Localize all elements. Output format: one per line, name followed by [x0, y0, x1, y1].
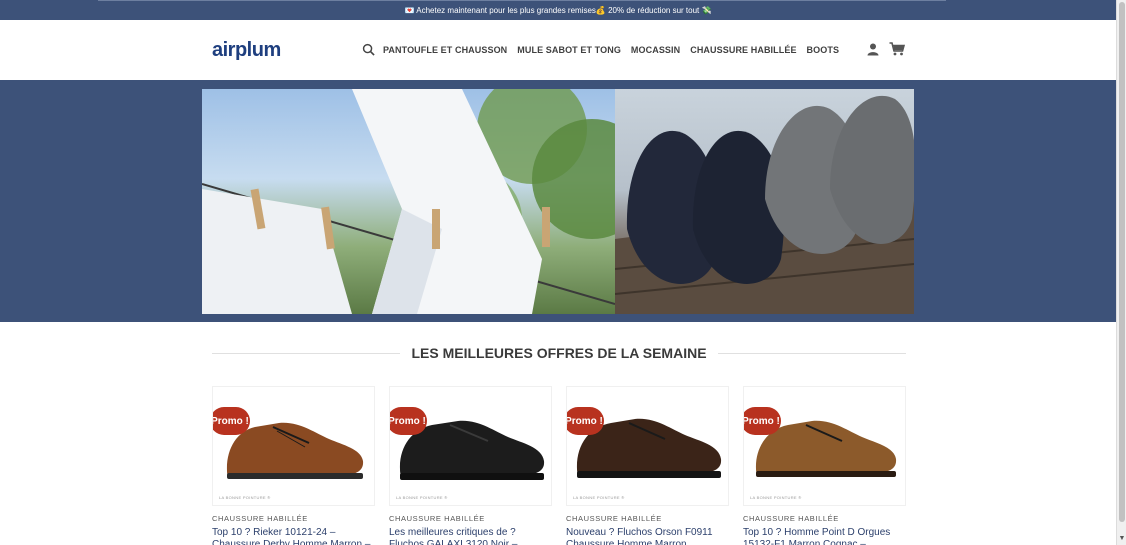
site-header: airplum Pantoufle et Chausson Mule Sabot… [0, 20, 1116, 80]
heading-divider-left [212, 352, 401, 354]
product-title[interactable]: Top 10 ? Homme Point D Orgues 15132-F1 M… [743, 527, 906, 545]
product-card[interactable]: Promo ! LA BONNE POINTURE ® CHAUSSURE HA… [389, 386, 552, 545]
heading-divider-right [717, 352, 906, 354]
product-card[interactable]: Promo ! LA BONNE POINTURE ® CHAUSSURE HA… [566, 386, 729, 545]
site-logo[interactable]: airplum [212, 39, 281, 62]
user-icon[interactable] [866, 42, 880, 61]
promo-badge: Promo ! [744, 407, 781, 435]
header-icons [866, 42, 906, 61]
product-image[interactable]: Promo ! LA BONNE POINTURE ® [743, 386, 906, 506]
nav-item-mocassin[interactable]: Mocassin [631, 45, 680, 55]
scrollbar-thumb[interactable] [1119, 2, 1125, 522]
nav-item-boots[interactable]: Boots [807, 45, 840, 55]
product-image[interactable]: Promo ! LA BONNE POINTURE ® [212, 386, 375, 506]
product-card[interactable]: Promo ! LA BONNE POINTURE ® CHAUSSURE HA… [212, 386, 375, 545]
product-image[interactable]: Promo ! LA BONNE POINTURE ® [566, 386, 729, 506]
image-watermark: LA BONNE POINTURE ® [396, 495, 448, 500]
promo-topbar: 💌 Achetez maintenant pour les plus grand… [0, 0, 1116, 20]
main-nav: Pantoufle et Chausson Mule Sabot et Tong… [362, 43, 849, 57]
product-category[interactable]: CHAUSSURE HABILLÉE [212, 514, 375, 523]
promo-badge: Promo ! [390, 407, 427, 435]
product-title[interactable]: Les meilleures critiques de ? Fluchos GA… [389, 527, 552, 545]
cart-icon[interactable] [889, 42, 906, 61]
promo-badge: Promo ! [567, 407, 604, 435]
promo-badge: Promo ! [213, 407, 250, 435]
hero-image-slippers [615, 89, 914, 314]
page: 💌 Achetez maintenant pour les plus grand… [0, 0, 1116, 545]
image-watermark: LA BONNE POINTURE ® [573, 495, 625, 500]
section-heading: LES MEILLEURES OFFRES DE LA SEMAINE [212, 340, 906, 366]
product-card[interactable]: Promo ! LA BONNE POINTURE ® CHAUSSURE HA… [743, 386, 906, 545]
topbar-divider [98, 0, 946, 1]
product-category[interactable]: CHAUSSURE HABILLÉE [743, 514, 906, 523]
product-image[interactable]: Promo ! LA BONNE POINTURE ® [389, 386, 552, 506]
page-scrollbar[interactable]: ▼ [1116, 0, 1126, 545]
nav-item-mule[interactable]: Mule Sabot et Tong [517, 45, 621, 55]
promo-text: 💌 Achetez maintenant pour les plus grand… [404, 5, 712, 15]
image-watermark: LA BONNE POINTURE ® [219, 495, 271, 500]
nav-item-chaussure-habillee[interactable]: Chaussure Habillée [690, 45, 796, 55]
hero-banner[interactable] [0, 80, 1116, 322]
product-grid: Promo ! LA BONNE POINTURE ® CHAUSSURE HA… [212, 386, 906, 545]
product-category[interactable]: CHAUSSURE HABILLÉE [389, 514, 552, 523]
product-title[interactable]: Nouveau ? Fluchos Orson F0911 Chaussure … [566, 527, 729, 545]
nav-item-pantoufle[interactable]: Pantoufle et Chausson [383, 45, 507, 55]
hero-image-laundry [202, 89, 615, 314]
image-watermark: LA BONNE POINTURE ® [750, 495, 802, 500]
product-category[interactable]: CHAUSSURE HABILLÉE [566, 514, 729, 523]
product-title[interactable]: Top 10 ? Rieker 10121-24 – Chaussure Der… [212, 527, 375, 545]
section-title: LES MEILLEURES OFFRES DE LA SEMAINE [411, 345, 707, 361]
scroll-down-arrow-icon[interactable]: ▼ [1118, 535, 1126, 543]
search-icon[interactable] [362, 43, 376, 57]
